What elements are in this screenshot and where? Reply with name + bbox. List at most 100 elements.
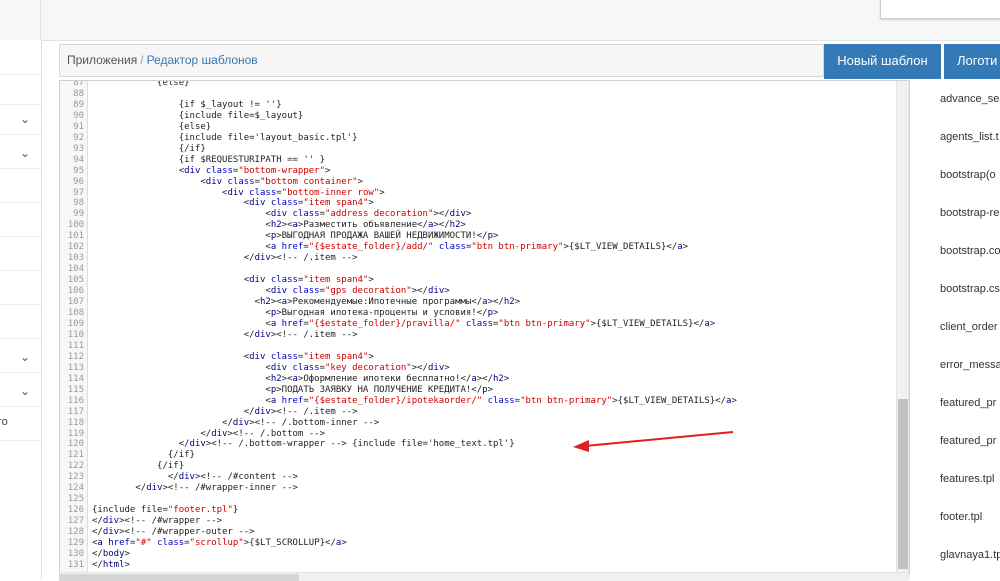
code-line[interactable]: 92 {include file='layout_basic.tpl'} [60, 133, 896, 144]
code-line[interactable]: 98 <div class="item span4"> [60, 198, 896, 209]
code-text: {include file='layout_basic.tpl'} [92, 132, 358, 143]
line-number: 106 [67, 286, 84, 297]
code-line[interactable]: 102 <a href="{$estate_folder}/add/" clas… [60, 242, 896, 253]
file-list-item[interactable]: error_messa [940, 359, 1000, 371]
code-line[interactable]: 111 [60, 341, 896, 352]
line-number: 110 [67, 329, 84, 340]
code-text: <p>ПОДАТЬ ЗАЯВКУ НА ПОЛУЧЕНИЕ КРЕДИТА!</… [92, 384, 493, 395]
code-line[interactable]: 113 <div class="key decoration"></div> [60, 363, 896, 374]
code-line[interactable]: 125 [60, 494, 896, 505]
line-number: 87 [73, 80, 84, 88]
nav-item[interactable] [0, 202, 41, 237]
code-line[interactable]: 105 <div class="item span4"> [60, 275, 896, 286]
file-list-item[interactable]: advance_sea [940, 93, 1000, 105]
code-text: <h2><a>Рекомендуемые:Ипотечные программы… [92, 297, 521, 308]
nav-item[interactable]: ro [0, 406, 41, 441]
vertical-scrollbar-thumb[interactable] [898, 399, 908, 569]
code-line[interactable]: 108 <p>Выгодная ипотека-проценты и услов… [60, 308, 896, 319]
code-line[interactable]: 123 </div><!-- /#content --> [60, 472, 896, 483]
file-list-item[interactable]: bootstrap(o [940, 169, 996, 181]
code-line[interactable]: 93 {/if} [60, 144, 896, 155]
file-list-item[interactable]: client_order [940, 321, 997, 333]
code-line[interactable]: 104 [60, 264, 896, 275]
top-right-dropdown[interactable] [880, 0, 1000, 19]
code-line[interactable]: 118 </div><!-- /.bottom-inner --> [60, 418, 896, 429]
code-line[interactable]: 110 </div><!-- /.item --> [60, 330, 896, 341]
code-line[interactable]: 90 {include file=$_layout} [60, 111, 896, 122]
nav-item-expandable[interactable]: ⌄ [0, 338, 41, 373]
file-list-item[interactable]: bootstrap.cs [940, 283, 1000, 295]
line-number: 112 [67, 351, 84, 362]
code-line[interactable]: 116 <a href="{$estate_folder}/ipotekaord… [60, 396, 896, 407]
line-number: 124 [67, 483, 84, 494]
code-line[interactable]: 107 <h2><a>Рекомендуемые:Ипотечные прогр… [60, 297, 896, 308]
code-line[interactable]: 103 </div><!-- /.item --> [60, 253, 896, 264]
nav-item-expandable[interactable]: ⌄ [0, 100, 41, 135]
code-line[interactable]: 130 </body> [60, 549, 896, 560]
code-line[interactable]: 127 </div><!-- /#wrapper --> [60, 516, 896, 527]
line-number: 107 [67, 297, 84, 308]
code-editor[interactable]: 87 {else} 88 89 {if $_layout != ''} 90 {inc… [59, 80, 910, 574]
code-text: </div><!-- /.item --> [92, 329, 358, 340]
code-line[interactable]: 122 {/if} [60, 461, 896, 472]
line-number: 96 [73, 176, 84, 187]
nav-item[interactable] [0, 304, 41, 339]
left-nav: ⌄ ⌄ ⌄ ⌄ ro [0, 40, 42, 580]
code-line[interactable]: 100 <h2><a>Разместить объявление</a></h2… [60, 220, 896, 231]
line-number: 117 [67, 406, 84, 417]
code-text: </div><!-- /#wrapper-outer --> [92, 527, 255, 538]
file-list-item[interactable]: features.tpl [940, 473, 994, 485]
breadcrumb-current[interactable]: Редактор шаблонов [147, 53, 258, 67]
line-number: 100 [67, 220, 84, 231]
file-list-divider [908, 80, 909, 580]
file-list-item[interactable]: agents_list.t [940, 131, 999, 143]
code-line[interactable]: 115 <p>ПОДАТЬ ЗАЯВКУ НА ПОЛУЧЕНИЕ КРЕДИТ… [60, 385, 896, 396]
code-line[interactable]: 121 {/if} [60, 450, 896, 461]
line-number: 91 [73, 121, 84, 132]
nav-item[interactable] [0, 270, 41, 305]
file-list-item[interactable]: glavnaya1.tp [940, 549, 1000, 561]
top-bar [0, 0, 1000, 41]
code-line[interactable]: 96 <div class="bottom container"> [60, 177, 896, 188]
nav-item[interactable] [0, 236, 41, 271]
code-text: {if $_layout != ''} [92, 99, 282, 110]
nav-item[interactable] [0, 168, 41, 203]
code-line[interactable]: 106 <div class="gps decoration"></div> [60, 286, 896, 297]
file-list-item[interactable]: featured_pr [940, 397, 996, 409]
code-line[interactable]: 109 <a href="{$estate_folder}/pravilla/"… [60, 319, 896, 330]
code-line[interactable]: 128 </div><!-- /#wrapper-outer --> [60, 527, 896, 538]
code-line[interactable]: 131 </html> [60, 560, 896, 571]
code-line[interactable]: 114 <h2><a>Оформление ипотеки бесплатно!… [60, 374, 896, 385]
code-text: {include file="footer.tpl"} [92, 505, 239, 516]
code-line[interactable]: 119 </div><!-- /.bottom --> [60, 429, 896, 440]
file-list-item[interactable]: footer.tpl [940, 511, 982, 523]
file-list-item[interactable]: bootstrap.co [940, 245, 1000, 257]
file-list-item[interactable]: featured_pr [940, 435, 996, 447]
line-number: 109 [67, 318, 84, 329]
code-line[interactable]: 112 <div class="item span4"> [60, 352, 896, 363]
code-line[interactable]: 124 </div><!-- /#wrapper-inner --> [60, 483, 896, 494]
code-line[interactable]: 89 {if $_layout != ''} [60, 100, 896, 111]
breadcrumb-root[interactable]: Приложения [67, 53, 137, 67]
code-line[interactable]: 126 {include file="footer.tpl"} [60, 505, 896, 516]
code-text: <a href="{$estate_folder}/add/" class="b… [92, 242, 689, 253]
code-line[interactable]: 87 {else} [60, 80, 896, 89]
code-line[interactable]: 99 <div class="address decoration"></div… [60, 209, 896, 220]
code-line[interactable]: 94 {if $REQUESTURIPATH == '' } [60, 155, 896, 166]
file-list-item[interactable]: bootstrap-re [940, 207, 999, 219]
code-line[interactable]: 88 [60, 89, 896, 100]
new-template-button[interactable]: Новый шаблон [824, 44, 941, 79]
nav-item-expandable[interactable]: ⌄ [0, 134, 41, 169]
code-line[interactable]: 97 <div class="bottom-inner row"> [60, 188, 896, 199]
code-line[interactable]: 120 </div><!-- /.bottom-wrapper --> {inc… [60, 439, 896, 450]
code-line[interactable]: 95 <div class="bottom-wrapper"> [60, 166, 896, 177]
line-number: 105 [67, 275, 84, 286]
code-line[interactable]: 129 <a href="#" class="scrollup">{$LT_SCR… [60, 538, 896, 549]
code-line[interactable]: 101 <p>ВЫГОДНАЯ ПРОДАЖА ВАШЕЙ НЕДВИЖИМОС… [60, 231, 896, 242]
code-text: <p>Выгодная ипотека-проценты и условия!<… [92, 308, 499, 319]
nav-item-expandable[interactable]: ⌄ [0, 372, 41, 407]
code-line[interactable]: 117 </div><!-- /.item --> [60, 407, 896, 418]
logos-button[interactable]: Логоти [944, 44, 1000, 79]
code-line[interactable]: 91 {else} [60, 122, 896, 133]
breadcrumb: Приложения / Редактор шаблонов [59, 44, 824, 77]
